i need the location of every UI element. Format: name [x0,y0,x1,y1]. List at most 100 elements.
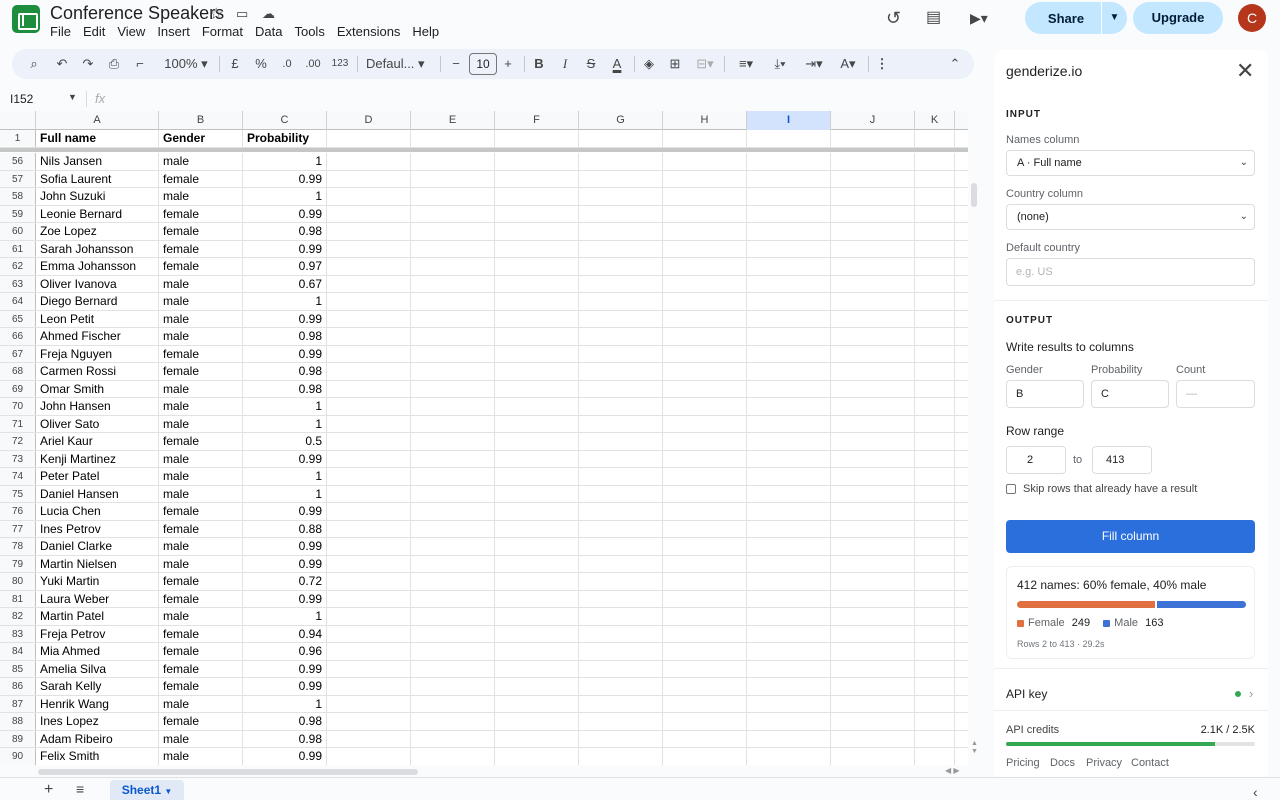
cell-empty[interactable] [579,328,663,345]
add-sheet-icon[interactable]: + [44,781,53,799]
cell-empty[interactable] [411,170,495,187]
cell-empty[interactable] [831,520,915,537]
cell-empty[interactable] [579,450,663,467]
cell-empty[interactable] [411,468,495,485]
column-header-e[interactable]: E [411,111,495,130]
cell-full-name[interactable]: Adam Ribeiro [36,730,159,747]
cell-probability[interactable]: 0.5 [243,433,327,450]
cell-empty[interactable] [831,538,915,555]
cell-empty[interactable] [663,205,747,222]
name-box-dropdown-icon[interactable]: ▼ [68,92,77,102]
row-number[interactable]: 67 [0,345,36,362]
cell-full-name[interactable]: Sofia Laurent [36,170,159,187]
cell-empty[interactable] [579,590,663,607]
cell-empty[interactable] [327,188,411,205]
cell-full-name[interactable]: Felix Smith [36,748,159,765]
merge-cells-icon[interactable]: ⊟▾ [692,49,718,79]
cell-empty[interactable] [831,485,915,502]
cell-gender[interactable]: male [159,328,243,345]
cell-full-name[interactable]: Oliver Ivanova [36,275,159,292]
row-number[interactable]: 83 [0,625,36,642]
cell-empty[interactable] [831,660,915,677]
cell-full-name[interactable]: Amelia Silva [36,660,159,677]
row-number[interactable]: 86 [0,678,36,695]
row-number[interactable]: 74 [0,468,36,485]
menu-help[interactable]: Help [412,24,445,39]
cell-empty[interactable] [831,678,915,695]
cell-empty[interactable] [663,503,747,520]
cell-empty[interactable] [831,590,915,607]
collapse-menus-icon[interactable]: ⌃ [946,49,964,79]
cell-empty[interactable] [747,380,831,397]
cell-empty[interactable] [411,130,495,147]
cell-full-name[interactable]: Zoe Lopez [36,223,159,240]
cell-empty[interactable] [327,293,411,310]
row-number[interactable]: 1 [0,130,36,147]
cell-empty[interactable] [747,608,831,625]
cell-empty[interactable] [747,695,831,712]
cell-empty[interactable] [579,275,663,292]
cell-empty[interactable] [663,660,747,677]
cell-empty[interactable] [747,170,831,187]
cell-full-name[interactable]: Full name [36,130,159,147]
cell-empty[interactable] [495,223,579,240]
cell-empty[interactable] [747,205,831,222]
cell-empty[interactable] [495,310,579,327]
cell-probability[interactable]: 0.99 [243,678,327,695]
cell-empty[interactable] [327,748,411,765]
cell-empty[interactable] [327,258,411,275]
cell-empty[interactable] [579,678,663,695]
column-header-c[interactable]: C [243,111,327,130]
cell-gender[interactable]: female [159,240,243,257]
row-number[interactable]: 75 [0,485,36,502]
cell-empty[interactable] [663,748,747,765]
cell-empty[interactable] [747,503,831,520]
cell-empty[interactable] [747,590,831,607]
cell-empty[interactable] [663,433,747,450]
cell-empty[interactable] [495,503,579,520]
bold-icon[interactable]: B [530,49,548,79]
footer-link-docs[interactable]: Docs [1050,757,1075,769]
cell-empty[interactable] [915,293,955,310]
cell-empty[interactable] [411,275,495,292]
cell-empty[interactable] [747,275,831,292]
cell-empty[interactable] [411,328,495,345]
cell-empty[interactable] [579,608,663,625]
cell-empty[interactable] [411,608,495,625]
cell-empty[interactable] [831,223,915,240]
cell-gender[interactable]: male [159,380,243,397]
cell-empty[interactable] [579,380,663,397]
cell-empty[interactable] [495,398,579,415]
cell-empty[interactable] [747,485,831,502]
cell-empty[interactable] [579,433,663,450]
cell-empty[interactable] [915,538,955,555]
cell-empty[interactable] [915,730,955,747]
cell-empty[interactable] [915,188,955,205]
cell-empty[interactable] [747,625,831,642]
cell-gender[interactable]: female [159,625,243,642]
cell-empty[interactable] [579,345,663,362]
cell-empty[interactable] [579,258,663,275]
gender-column-input[interactable]: B [1006,380,1084,408]
cell-empty[interactable] [495,520,579,537]
close-icon[interactable]: ✕ [1236,58,1254,84]
cell-full-name[interactable]: Ariel Kaur [36,433,159,450]
cell-probability[interactable]: 1 [243,608,327,625]
cell-gender[interactable]: male [159,608,243,625]
fill-column-button[interactable]: Fill column [1006,520,1255,553]
cell-empty[interactable] [915,748,955,765]
cell-empty[interactable] [579,363,663,380]
cell-empty[interactable] [831,415,915,432]
cell-empty[interactable] [663,415,747,432]
cell-empty[interactable] [831,555,915,572]
cell-empty[interactable] [831,503,915,520]
cell-probability[interactable]: Probability [243,130,327,147]
cell-empty[interactable] [411,520,495,537]
default-country-input[interactable]: e.g. US [1006,258,1255,286]
cell-empty[interactable] [327,678,411,695]
cell-empty[interactable] [411,625,495,642]
cell-empty[interactable] [411,485,495,502]
cell-full-name[interactable]: Laura Weber [36,590,159,607]
cell-gender[interactable]: male [159,415,243,432]
cell-full-name[interactable]: Omar Smith [36,380,159,397]
